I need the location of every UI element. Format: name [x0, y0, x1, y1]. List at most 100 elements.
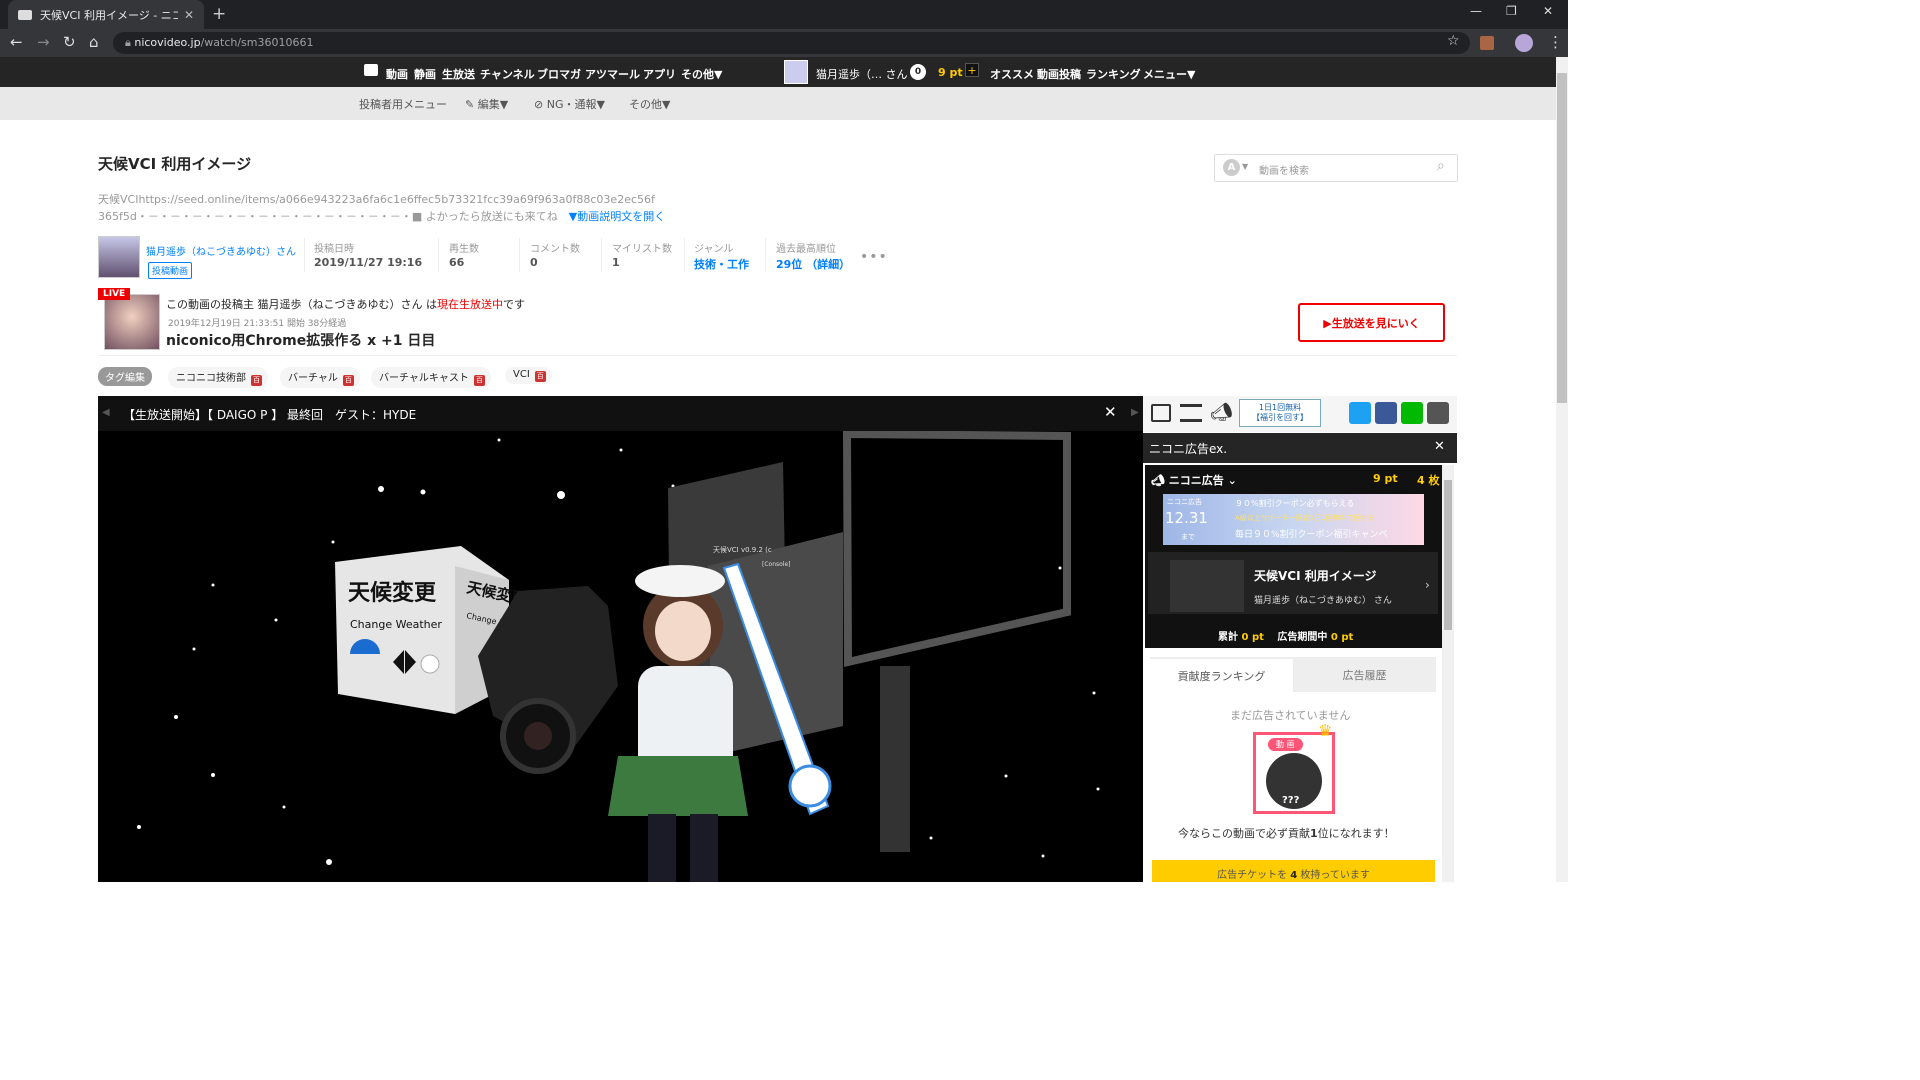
free-lottery-badge[interactable]: 1日1回無料 【福引を回す】 [1239, 399, 1321, 427]
ticket-post: 枚持っています [1300, 870, 1370, 881]
url-host: nicovideo.jp [134, 36, 201, 49]
extension-icon[interactable] [1480, 36, 1494, 50]
nav-menu[interactable]: メニュー▼ [1143, 66, 1195, 82]
nav-channel[interactable]: チャンネル [480, 66, 535, 82]
reload-icon[interactable]: ↻ [63, 33, 76, 51]
stat-divider [519, 238, 520, 272]
nav-atsumaru[interactable]: アツマール [585, 66, 640, 82]
browser-tab[interactable]: 天候VCI 利用イメージ - ニコニコ動画 ✕ [8, 0, 204, 29]
new-tab-button[interactable]: + [212, 4, 226, 24]
nicoad-heading[interactable]: ニコニ広告 [1169, 474, 1224, 487]
live-thumbnail[interactable] [104, 294, 160, 350]
search-input[interactable]: 動画を検索 [1259, 162, 1309, 177]
uploader-videos-tag[interactable]: 投稿動画 [148, 262, 193, 279]
twitter-icon[interactable] [1349, 402, 1371, 424]
chevron-down-icon: ⌄ [1223, 474, 1237, 487]
other-menu[interactable]: その他▼ [629, 96, 670, 112]
encyclopedia-icon[interactable]: 百 [534, 371, 546, 382]
nav-blomaga[interactable]: ブロマガ [537, 66, 581, 82]
tag-item[interactable]: ニコニコ技術部百 [168, 367, 268, 388]
nav-app[interactable]: アプリ [643, 66, 676, 82]
facebook-icon[interactable] [1375, 402, 1397, 424]
nicoad-megaphone-icon[interactable]: 📣︎ [1210, 402, 1234, 424]
nicoad-tickets: 4 枚 [1417, 474, 1440, 487]
video-frame: 天候変更 Change Weather 天候変更 Change Weather … [137, 429, 1100, 882]
stat-label-date: 投稿日時 [314, 244, 354, 255]
banner-line-3: 毎日９０%割引クーポン福引キャンペ [1235, 530, 1388, 540]
video-search[interactable]: A ▼ 動画を検索 ⌕ [1214, 154, 1458, 182]
encyclopedia-icon[interactable]: 百 [342, 375, 354, 386]
encyclopedia-icon[interactable]: 百 [473, 375, 485, 386]
ng-report-menu[interactable]: ⊘ NG・通報▼ [534, 96, 605, 112]
edit-menu-label: 編集▼ [477, 98, 509, 111]
ticker-prev-icon[interactable]: ◀ [102, 407, 110, 418]
minimize-icon[interactable]: — [1470, 4, 1482, 18]
page-scrollbar-thumb[interactable] [1557, 73, 1567, 403]
stat-value-views: 66 [449, 256, 465, 269]
nav-douga[interactable]: 動画 [386, 66, 408, 82]
ticker-next-icon[interactable]: ▶ [1131, 407, 1139, 418]
niconico-tv-icon[interactable] [364, 64, 378, 76]
nicoad-totals: 累計 0 pt 広告期間中 0 pt [1218, 628, 1353, 643]
window-close-icon[interactable]: ✕ [1543, 4, 1553, 18]
ticker-close-icon[interactable]: ✕ [1104, 403, 1117, 421]
search-mode-icon[interactable]: A [1223, 159, 1240, 176]
uploader-name[interactable]: 猫月遥歩（ねこづきあゆむ）さん [146, 243, 296, 258]
stat-value-genre[interactable]: 技術・工作 [694, 256, 749, 272]
tab-contribution-ranking[interactable]: 貢献度ランキング [1150, 657, 1293, 692]
points-display: 9 pt [938, 66, 963, 79]
total-unit: pt [1251, 632, 1264, 643]
tag-item[interactable]: バーチャルキャスト百 [371, 367, 491, 388]
lock-icon: 🔒︎ [125, 36, 135, 49]
side-scrollbar-thumb[interactable] [1444, 480, 1452, 630]
tab-title: 天候VCI 利用イメージ - ニコニコ動画 [40, 8, 178, 22]
live-title[interactable]: niconico用Chrome拡張作る x +1 日目 [166, 330, 435, 350]
share-frame-icon[interactable] [1151, 404, 1171, 422]
pencil-icon: ✎ [465, 98, 478, 111]
ticket-banner[interactable]: 広告チケットを 4 枚持っています [1152, 860, 1435, 882]
banner-until: まで [1181, 533, 1195, 541]
encyclopedia-icon[interactable]: 百 [251, 375, 262, 386]
nav-live[interactable]: 生放送 [442, 66, 475, 82]
more-icon[interactable]: ••• [860, 249, 888, 265]
tag-item[interactable]: バーチャル百 [280, 367, 360, 388]
restore-icon[interactable]: ❐ [1506, 4, 1517, 18]
nicoad-close-icon[interactable]: ✕ [1434, 439, 1445, 454]
nav-recommend[interactable]: オススメ [990, 66, 1034, 82]
forward-icon[interactable]: → [37, 33, 50, 51]
chevron-right-icon[interactable]: › [1425, 578, 1430, 592]
snowman-icon [420, 654, 440, 674]
nav-seiga[interactable]: 静画 [414, 66, 436, 82]
nav-ranking[interactable]: ランキング [1086, 66, 1141, 82]
tag-edit-button[interactable]: タグ編集 [98, 367, 152, 386]
playlist-icon[interactable] [1180, 404, 1202, 422]
share-icon[interactable] [1427, 402, 1449, 424]
tab-close-icon[interactable]: ✕ [184, 8, 194, 22]
url-bar[interactable]: 🔒︎ nicovideo.jp/watch/sm36010661 [113, 32, 1470, 54]
stat-value-rank[interactable]: 29位 （詳細） [776, 256, 850, 272]
search-icon[interactable]: ⌕ [1437, 158, 1445, 174]
user-name[interactable]: 猫月遥歩（… さん [816, 66, 908, 82]
open-description-link[interactable]: ▼動画説明文を開く [569, 210, 665, 223]
nav-other[interactable]: その他▼ [681, 66, 722, 82]
edit-menu[interactable]: ✎ 編集▼ [465, 96, 508, 112]
tag-item[interactable]: VCI 百 [505, 367, 552, 384]
nicoad-video-thumbnail[interactable] [1170, 560, 1244, 612]
profile-avatar[interactable] [1515, 34, 1533, 52]
stat-label-genre: ジャンル [694, 244, 734, 255]
video-player[interactable]: 天候変更 Change Weather 天候変更 Change Weather … [98, 396, 1143, 882]
add-points-icon[interactable]: + [965, 63, 979, 77]
chrome-menu-icon[interactable]: ⋮ [1548, 33, 1563, 51]
bookmark-star-icon[interactable]: ☆ [1447, 33, 1460, 49]
ban-icon: ⊘ [534, 98, 547, 111]
go-to-live-button[interactable]: ▶生放送を見にいく [1298, 303, 1445, 342]
user-avatar[interactable] [784, 60, 808, 84]
back-icon[interactable]: ← [10, 33, 23, 51]
line-icon[interactable] [1401, 402, 1423, 424]
uploader-avatar[interactable] [98, 236, 140, 278]
stat-divider [438, 238, 439, 272]
campaign-banner[interactable]: ニコニ広告 12.31 まで ９０%割引クーポン必ずもらえる A級以上サポーター… [1163, 494, 1424, 545]
nav-upload[interactable]: 動画投稿 [1037, 66, 1081, 82]
home-icon[interactable]: ⌂ [89, 33, 99, 51]
tab-ad-history[interactable]: 広告履歴 [1293, 657, 1436, 692]
